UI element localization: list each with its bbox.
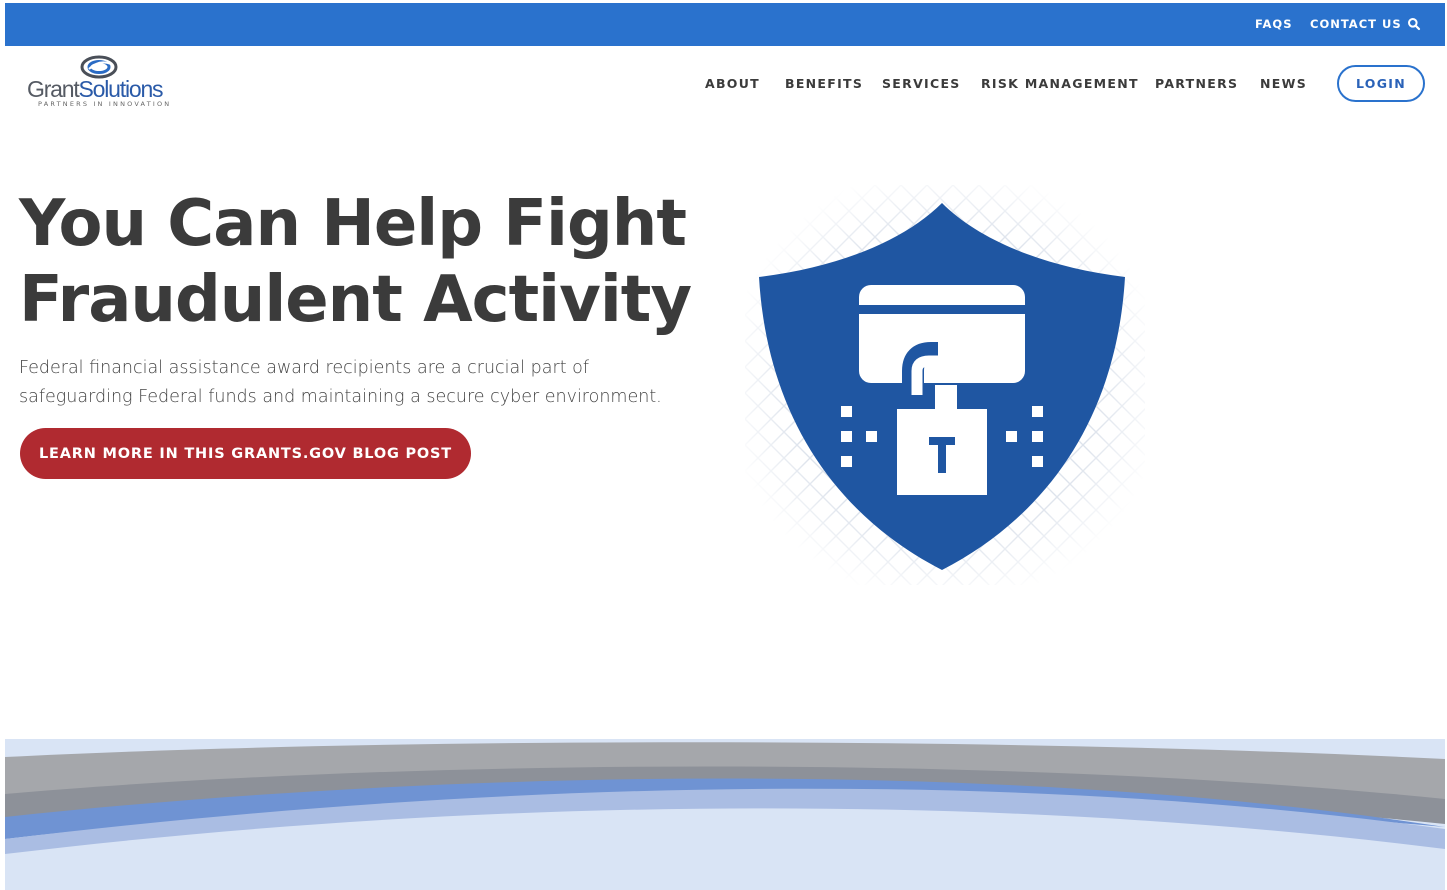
nav-risk-management[interactable]: RISK MANAGEMENT	[981, 76, 1139, 91]
hero-description: Federal financial assistance award recip…	[19, 358, 662, 407]
nav-services[interactable]: SERVICES	[882, 76, 961, 91]
hero-title-line-1: You Can Help Fight	[19, 187, 687, 261]
faqs-link[interactable]: FAQS	[1255, 17, 1293, 31]
page: FAQS CONTACT US GrantSolutions PARTNERS …	[5, 3, 1445, 890]
login-button[interactable]: LOGIN	[1337, 65, 1425, 102]
nav-benefits[interactable]: BENEFITS	[785, 76, 863, 91]
decorative-wave	[5, 739, 1445, 890]
hero-title-line-2: Fraudulent Activity	[19, 263, 692, 337]
learn-more-button[interactable]: LEARN MORE IN THIS GRANTS.GOV BLOG POST	[20, 428, 471, 479]
hero-title: You Can Help Fight Fraudulent Activity	[19, 186, 719, 338]
grantsolutions-logo[interactable]: GrantSolutions PARTNERS IN INNOVATION	[25, 53, 185, 113]
shield-lock-icon	[745, 185, 1145, 585]
nav-about[interactable]: ABOUT	[705, 76, 760, 91]
contact-us-link[interactable]: CONTACT US	[1310, 17, 1402, 31]
nav-news[interactable]: NEWS	[1260, 76, 1307, 91]
nav-partners[interactable]: PARTNERS	[1155, 76, 1238, 91]
search-icon[interactable]	[1407, 17, 1421, 31]
utility-bar: FAQS CONTACT US	[5, 3, 1445, 46]
logo-tagline: PARTNERS IN INNOVATION	[38, 100, 172, 108]
logo-wordmark: GrantSolutions	[27, 76, 164, 102]
